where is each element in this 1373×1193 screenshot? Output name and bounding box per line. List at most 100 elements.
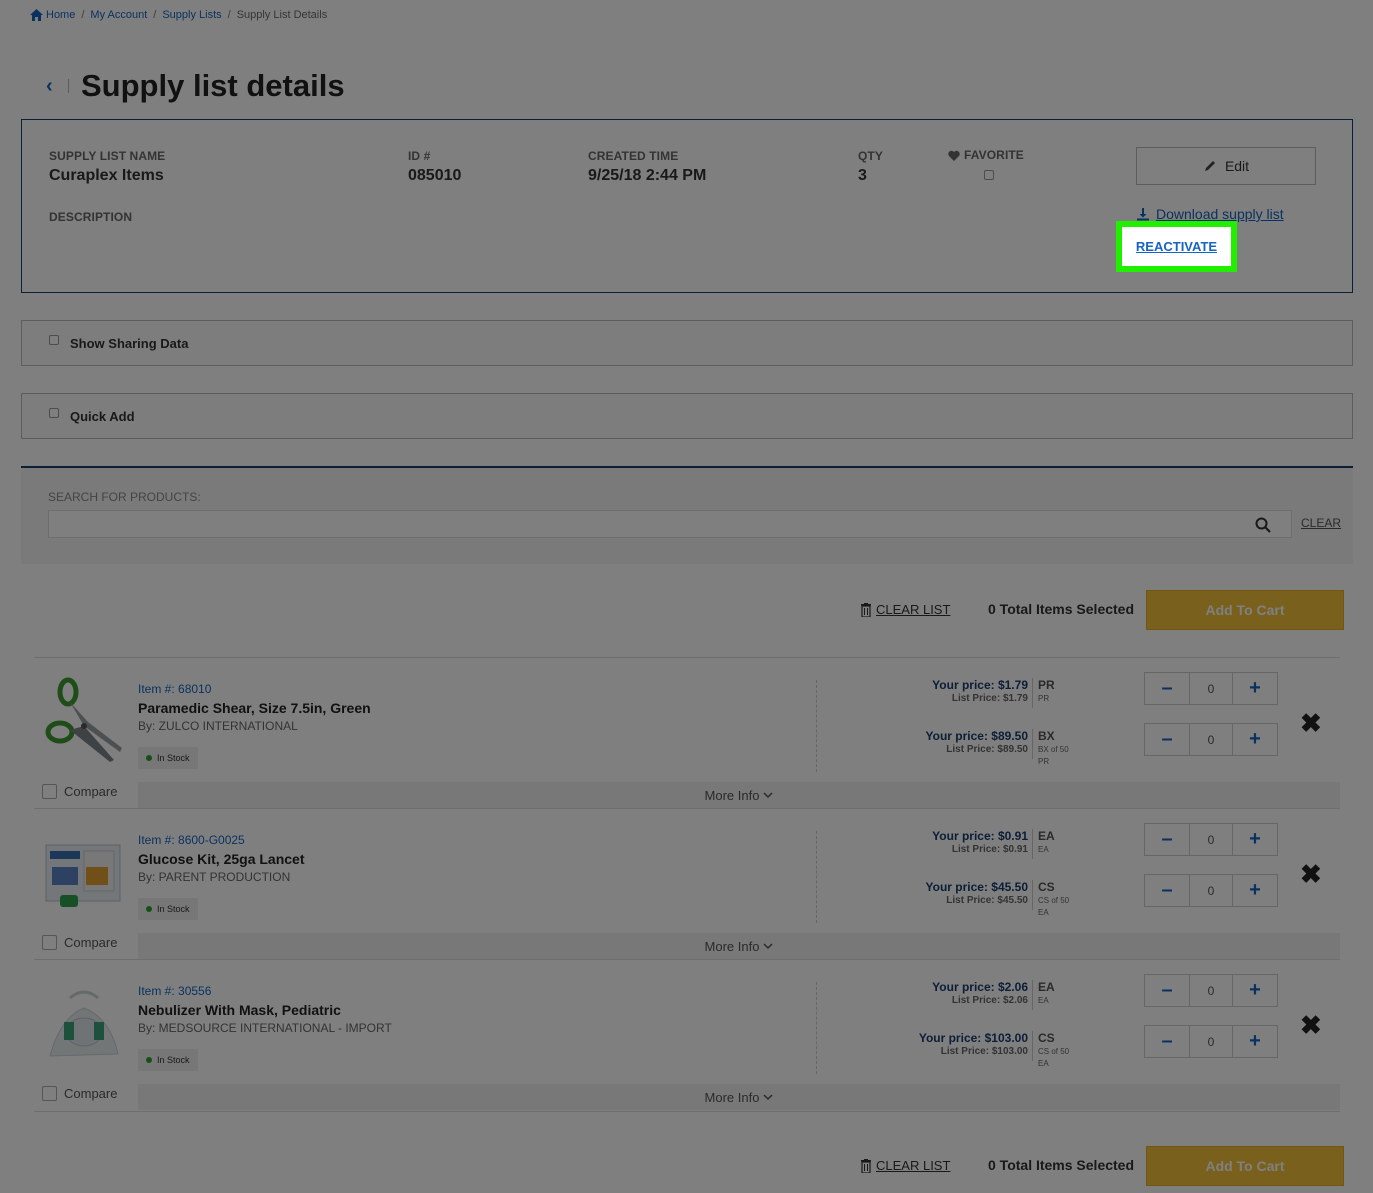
breadcrumb-home-label: Home bbox=[46, 9, 76, 21]
your-price: Your price: $0.91 bbox=[932, 829, 1028, 843]
more-info-toggle[interactable]: More Info bbox=[138, 933, 1340, 959]
compare-checkbox[interactable]: Compare bbox=[42, 1086, 117, 1101]
plus-icon[interactable]: + bbox=[1233, 724, 1277, 755]
more-info-toggle[interactable]: More Info bbox=[138, 1084, 1340, 1110]
item-name[interactable]: Paramedic Shear, Size 7.5in, Green bbox=[138, 700, 371, 716]
quantity-input[interactable]: 0 bbox=[1189, 724, 1233, 755]
price-row: Your price: $1.79 List Price: $1.79 PR P… bbox=[918, 672, 1278, 712]
quick-add-toggle[interactable]: Quick Add bbox=[21, 393, 1353, 439]
close-x-icon[interactable]: ✖ bbox=[1300, 708, 1322, 739]
close-x-icon[interactable]: ✖ bbox=[1300, 859, 1322, 890]
minus-icon[interactable]: – bbox=[1145, 875, 1189, 906]
minus-icon[interactable]: – bbox=[1145, 975, 1189, 1006]
pencil-icon bbox=[1204, 161, 1215, 171]
reactivate-link[interactable]: REACTIVATE bbox=[1136, 239, 1217, 254]
item-number[interactable]: Item #: 8600-G0025 bbox=[138, 833, 245, 847]
supply-list-name: Curaplex Items bbox=[49, 167, 164, 184]
price-row: Your price: $103.00 List Price: $103.00 … bbox=[918, 1025, 1278, 1068]
minus-icon[interactable]: – bbox=[1145, 673, 1189, 704]
quantity-stepper: – 0 + bbox=[1144, 1025, 1278, 1058]
plus-icon[interactable]: + bbox=[1233, 824, 1277, 855]
stock-badge: In Stock bbox=[138, 1049, 198, 1071]
quick-add-checkbox[interactable] bbox=[49, 408, 59, 418]
trash-icon bbox=[861, 602, 871, 617]
breadcrumb-current: Supply List Details bbox=[236, 9, 328, 21]
search-input[interactable] bbox=[48, 510, 1292, 538]
show-sharing-data-toggle[interactable]: Show Sharing Data bbox=[21, 320, 1353, 366]
download-supply-list-link[interactable]: Download supply list bbox=[1156, 206, 1284, 222]
more-info-toggle[interactable]: More Info bbox=[138, 782, 1340, 808]
search-icon[interactable] bbox=[1255, 517, 1271, 533]
quantity-input[interactable]: 0 bbox=[1189, 875, 1233, 906]
quantity-stepper: – 0 + bbox=[1144, 823, 1278, 856]
compare-checkbox[interactable]: Compare bbox=[42, 784, 117, 799]
breadcrumb-lists-link[interactable]: Supply Lists bbox=[162, 9, 221, 21]
uom: CS bbox=[1038, 880, 1055, 894]
search-label: SEARCH FOR PRODUCTS: bbox=[48, 490, 201, 504]
heart-icon bbox=[948, 150, 960, 161]
favorite-label-wrap: FAVORITE bbox=[948, 148, 1024, 162]
item-name[interactable]: Nebulizer With Mask, Pediatric bbox=[138, 1002, 341, 1018]
add-to-cart-button[interactable]: Add To Cart bbox=[1146, 590, 1344, 630]
minus-icon[interactable]: – bbox=[1145, 824, 1189, 855]
reactivate-highlight: REACTIVATE bbox=[1116, 221, 1237, 272]
price-divider bbox=[1032, 829, 1033, 859]
plus-icon[interactable]: + bbox=[1233, 975, 1277, 1006]
list-item: Item #: 68010 Paramedic Shear, Size 7.5i… bbox=[34, 658, 1340, 809]
uom: BX bbox=[1038, 729, 1055, 743]
price-row: Your price: $45.50 List Price: $45.50 CS… bbox=[918, 874, 1278, 917]
price-row: Your price: $0.91 List Price: $0.91 EA E… bbox=[918, 823, 1278, 863]
quantity-input[interactable]: 0 bbox=[1189, 975, 1233, 1006]
item-manufacturer: By: PARENT PRODUCTION bbox=[138, 870, 291, 884]
title-row: ‹ Supply list details bbox=[46, 68, 345, 104]
breadcrumb-account-link[interactable]: My Account bbox=[90, 9, 147, 21]
page-title: Supply list details bbox=[81, 68, 345, 103]
clear-list-button[interactable]: CLEAR LIST bbox=[860, 602, 950, 617]
your-price: Your price: $103.00 bbox=[918, 1031, 1028, 1045]
compare-checkbox[interactable]: Compare bbox=[42, 935, 117, 950]
plus-icon[interactable]: + bbox=[1233, 673, 1277, 704]
plus-icon[interactable]: + bbox=[1233, 1026, 1277, 1057]
sharing-checkbox[interactable] bbox=[49, 335, 59, 345]
download-supply-list[interactable]: Download supply list bbox=[1136, 206, 1284, 222]
your-price: Your price: $1.79 bbox=[932, 678, 1028, 692]
list-actions-top: CLEAR LIST 0 Total Items Selected Add To… bbox=[0, 590, 1373, 630]
chevron-down-icon bbox=[763, 942, 773, 949]
search-clear-link[interactable]: CLEAR bbox=[1301, 516, 1341, 530]
price-row: Your price: $89.50 List Price: $89.50 BX… bbox=[918, 723, 1278, 766]
qty-value: 3 bbox=[858, 167, 867, 184]
supply-list-info-panel: SUPPLY LIST NAME Curaplex Items ID # 085… bbox=[21, 119, 1353, 293]
product-image-glucose-kit bbox=[45, 844, 121, 907]
download-icon bbox=[1137, 208, 1149, 221]
quantity-input[interactable]: 0 bbox=[1189, 673, 1233, 704]
item-number[interactable]: Item #: 68010 bbox=[138, 682, 211, 696]
item-number[interactable]: Item #: 30556 bbox=[138, 984, 211, 998]
item-name[interactable]: Glucose Kit, 25ga Lancet bbox=[138, 851, 305, 867]
compare-box[interactable] bbox=[42, 1086, 57, 1101]
uom-detail: CS of 50 EA bbox=[1038, 1047, 1070, 1068]
clear-list-label: CLEAR LIST bbox=[876, 602, 951, 617]
quantity-input[interactable]: 0 bbox=[1189, 1026, 1233, 1057]
breadcrumb-home-link[interactable]: Home bbox=[30, 9, 75, 21]
your-price: Your price: $2.06 bbox=[932, 980, 1028, 994]
favorite-checkbox[interactable] bbox=[984, 170, 994, 180]
minus-icon[interactable]: – bbox=[1145, 1026, 1189, 1057]
compare-box[interactable] bbox=[42, 784, 57, 799]
compare-box[interactable] bbox=[42, 935, 57, 950]
quantity-stepper: – 0 + bbox=[1144, 672, 1278, 705]
clear-list-button[interactable]: CLEAR LIST bbox=[860, 1158, 950, 1173]
uom: CS bbox=[1038, 1031, 1055, 1045]
add-to-cart-button[interactable]: Add To Cart bbox=[1146, 1146, 1344, 1186]
close-x-icon[interactable]: ✖ bbox=[1300, 1010, 1322, 1041]
back-chevron-icon[interactable]: ‹ bbox=[46, 75, 68, 98]
quantity-input[interactable]: 0 bbox=[1189, 824, 1233, 855]
price-divider bbox=[1032, 678, 1033, 708]
compare-label: Compare bbox=[64, 784, 118, 799]
more-info-label: More Info bbox=[704, 1089, 760, 1105]
uom-detail: EA bbox=[1038, 996, 1049, 1005]
plus-icon[interactable]: + bbox=[1233, 875, 1277, 906]
minus-icon[interactable]: – bbox=[1145, 724, 1189, 755]
divider bbox=[816, 831, 817, 923]
favorite-label: FAVORITE bbox=[964, 148, 1024, 162]
edit-button[interactable]: Edit bbox=[1136, 147, 1316, 185]
